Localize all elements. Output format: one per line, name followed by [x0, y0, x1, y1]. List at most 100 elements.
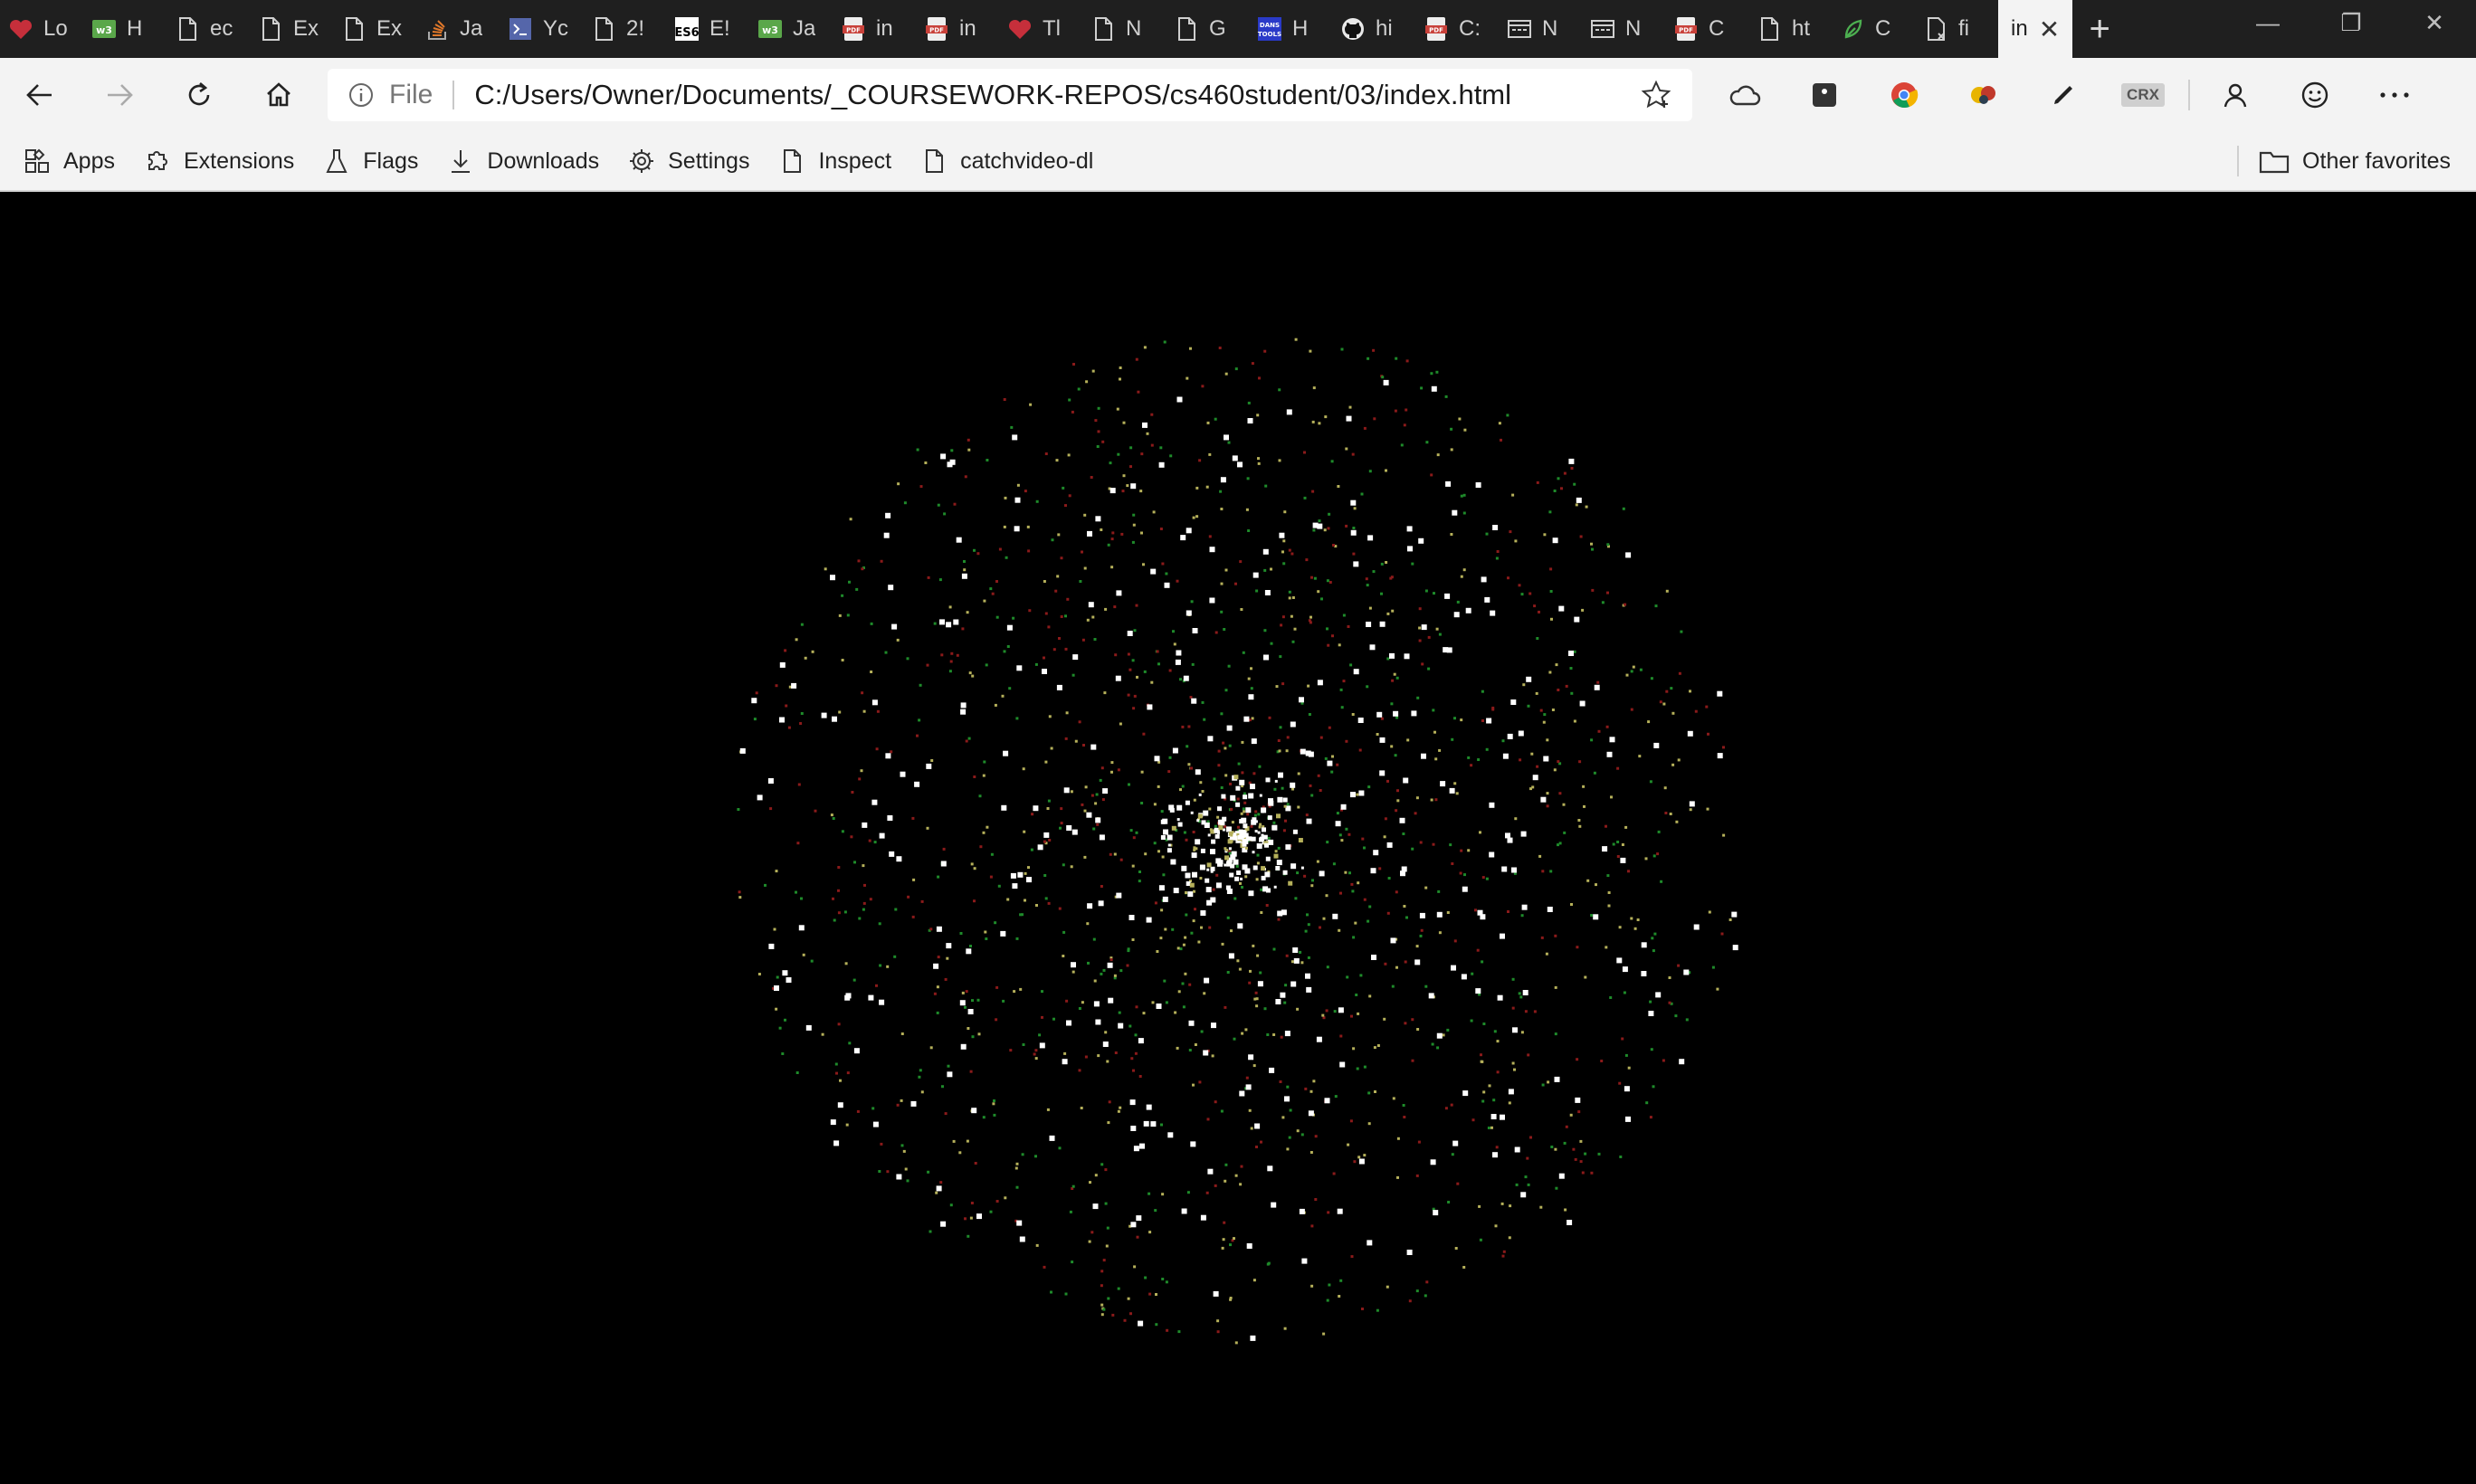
- particle: [1286, 803, 1290, 806]
- favorite-star-icon[interactable]: [1640, 79, 1672, 111]
- particle: [1147, 704, 1153, 710]
- restore-button[interactable]: ❐: [2309, 0, 2393, 45]
- url-text[interactable]: C:/Users/Owner/Documents/_COURSEWORK-REP…: [474, 79, 1640, 111]
- particle: [1693, 924, 1700, 930]
- particle: [1406, 526, 1413, 532]
- tab-label: 2!: [626, 16, 645, 41]
- tab-label: Ex: [293, 16, 319, 41]
- address-bar[interactable]: File C:/Users/Owner/Documents/_COURSEWOR…: [328, 69, 1692, 121]
- particle: [1236, 959, 1240, 963]
- tab[interactable]: Ex: [333, 0, 416, 58]
- particle: [1250, 1335, 1256, 1341]
- particle: [1462, 886, 1468, 892]
- particle: [1014, 1166, 1018, 1170]
- particle: [1351, 889, 1355, 893]
- particle: [1415, 1289, 1419, 1293]
- extension-dark-button[interactable]: [1785, 58, 1864, 132]
- tab[interactable]: Ex: [250, 0, 333, 58]
- particle: [1270, 642, 1273, 645]
- tab[interactable]: w3 H: [83, 0, 167, 58]
- favorite-downloads[interactable]: Downloads: [447, 147, 599, 175]
- tab[interactable]: ec: [167, 0, 250, 58]
- cloud-button[interactable]: [1705, 58, 1785, 132]
- close-window-button[interactable]: ✕: [2393, 0, 2476, 45]
- tab[interactable]: hi: [1332, 0, 1415, 58]
- particle: [1282, 562, 1286, 566]
- particle: [769, 807, 773, 811]
- particle: [1142, 732, 1146, 736]
- particle: [1597, 1152, 1601, 1156]
- tab[interactable]: ES6 E!: [666, 0, 749, 58]
- tab[interactable]: Yc: [500, 0, 583, 58]
- close-tab-icon[interactable]: ✕: [2039, 14, 2060, 44]
- particle: [1638, 755, 1642, 758]
- favorite-apps[interactable]: Apps: [24, 147, 115, 175]
- particle: [799, 722, 803, 725]
- tab[interactable]: ht: [1748, 0, 1832, 58]
- tab[interactable]: N: [1582, 0, 1665, 58]
- tab-favicon: PDF: [1672, 15, 1700, 43]
- feedback-button[interactable]: [2275, 58, 2355, 132]
- pen-button[interactable]: [2024, 58, 2103, 132]
- particle: [1062, 863, 1065, 867]
- tab[interactable]: fi: [1915, 0, 1998, 58]
- forward-button[interactable]: [80, 58, 159, 132]
- particle: [1071, 1260, 1074, 1264]
- particle: [1312, 528, 1316, 532]
- back-button[interactable]: [0, 58, 80, 132]
- particle: [1216, 1319, 1220, 1323]
- particle: [1507, 576, 1509, 580]
- particle: [804, 656, 807, 660]
- tab-label: Lo: [43, 16, 68, 41]
- particle: [1304, 929, 1308, 933]
- particle: [1252, 944, 1255, 947]
- refresh-button[interactable]: [159, 58, 239, 132]
- particle: [1192, 516, 1195, 519]
- new-tab-button[interactable]: +: [2072, 9, 2127, 50]
- particle: [1300, 1133, 1304, 1137]
- color-extension-button[interactable]: [1944, 58, 2024, 132]
- tab[interactable]: PDF C: [1665, 0, 1748, 58]
- particle: [1306, 818, 1312, 824]
- particle: [1345, 827, 1348, 831]
- crx-button[interactable]: CRX: [2103, 58, 2183, 132]
- particle: [1213, 777, 1216, 781]
- tab[interactable]: PDF in: [916, 0, 999, 58]
- profile-button[interactable]: [2195, 58, 2275, 132]
- info-icon[interactable]: [348, 81, 375, 109]
- particle: [1168, 756, 1172, 759]
- tab[interactable]: PDF C:: [1415, 0, 1499, 58]
- particle: [1165, 1280, 1168, 1284]
- tab[interactable]: N: [1499, 0, 1582, 58]
- tab[interactable]: C: [1832, 0, 1915, 58]
- tab[interactable]: G: [1166, 0, 1249, 58]
- tab[interactable]: PDF in: [833, 0, 916, 58]
- particle: [837, 911, 841, 915]
- favorite-catchvideo-dl[interactable]: catchvideo-dl: [920, 147, 1093, 175]
- particle-canvas[interactable]: [0, 192, 2476, 1484]
- particle: [970, 862, 974, 866]
- tab[interactable]: 2!: [583, 0, 666, 58]
- particle: [1279, 532, 1285, 538]
- chrome-extension-button[interactable]: [1864, 58, 1944, 132]
- more-button[interactable]: [2355, 58, 2434, 132]
- particle: [911, 816, 915, 820]
- page-icon: [784, 149, 802, 173]
- tab[interactable]: DANS TOOLS H: [1249, 0, 1332, 58]
- tab[interactable]: w3 Ja: [749, 0, 833, 58]
- favorite-settings[interactable]: Settings: [628, 147, 749, 175]
- particle: [1633, 927, 1637, 930]
- tab-active[interactable]: in ✕: [1998, 0, 2073, 58]
- particle: [1113, 974, 1117, 977]
- minimize-button[interactable]: —: [2226, 0, 2309, 45]
- other-favorites[interactable]: Other favorites: [2237, 132, 2451, 190]
- favorite-extensions[interactable]: Extensions: [144, 147, 294, 175]
- home-button[interactable]: [239, 58, 319, 132]
- tab[interactable]: N: [1082, 0, 1166, 58]
- tab[interactable]: Lo: [0, 0, 83, 58]
- favorite-flags[interactable]: Flags: [323, 147, 418, 175]
- tab[interactable]: Ja: [416, 0, 500, 58]
- particle: [1201, 820, 1206, 825]
- favorite-inspect[interactable]: Inspect: [778, 147, 891, 175]
- tab[interactable]: Tl: [999, 0, 1082, 58]
